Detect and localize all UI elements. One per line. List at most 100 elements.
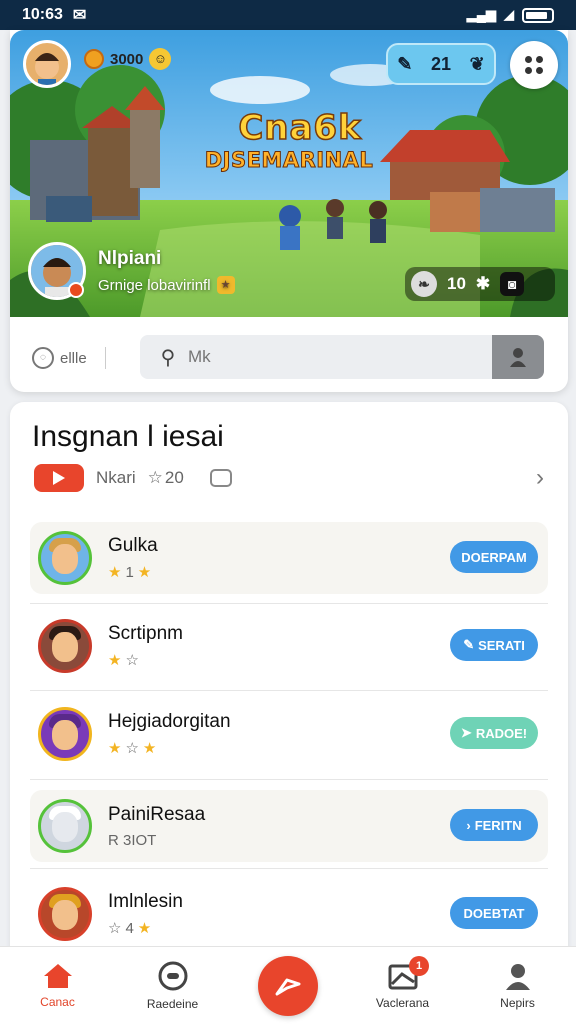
bottom-nav: Canac Raedeine 1 Vaclerana Nepirs <box>0 946 576 1024</box>
filter-control[interactable]: ◌ ellle <box>32 347 87 369</box>
divider <box>30 690 548 691</box>
arrow-right-icon: › <box>466 817 471 833</box>
coin-icon <box>84 49 104 69</box>
game-banner[interactable]: 3000 ☺ ✎ 21 ❦ Cna6k DJSEMARINAL Nlpiani … <box>10 30 568 317</box>
item-rating: R 3IOT <box>108 832 205 849</box>
chat-icon[interactable] <box>209 469 232 487</box>
game-title: Cna6k DJSEMARINAL <box>200 107 400 172</box>
row-action-label: RADOE! <box>475 725 528 741</box>
star-outline-icon: ☆ <box>125 652 139 669</box>
coin-balance[interactable]: 3000 ☺ <box>84 48 172 70</box>
radio-icon <box>158 961 187 990</box>
filter-label: ellle <box>60 349 87 367</box>
item-rating-value: R 3IOT <box>108 831 157 849</box>
star-icon: ★ <box>137 564 152 581</box>
row-action-button[interactable]: DOEBTAT <box>450 897 538 929</box>
status-time: 10:63 <box>22 6 63 23</box>
game-title-line1: Cna6k <box>238 107 362 149</box>
meta-label: Nkari <box>96 468 136 487</box>
list-item[interactable]: Gulka ★ 1 ★ DOERPAM <box>30 522 548 594</box>
item-rating: ☆ 4 ★ <box>108 919 183 938</box>
flag-icon <box>275 978 300 995</box>
game-title-line2: DJSEMARINAL <box>204 148 374 173</box>
avatar <box>38 887 92 941</box>
item-name: Imlnlesin <box>108 891 183 912</box>
divider <box>30 779 548 780</box>
avatar <box>38 531 92 585</box>
item-name: PainiResaa <box>108 803 206 825</box>
nav-messages[interactable]: 1 Vaclerana <box>345 947 460 1024</box>
search-row: ◌ ellle ⚲ <box>10 330 568 386</box>
play-icon[interactable] <box>34 464 84 492</box>
item-rating: ★ 1 ★ <box>108 563 158 582</box>
divider <box>30 868 548 869</box>
search-icon: ⚲ <box>160 346 176 369</box>
star-icon: ★ <box>108 564 122 581</box>
leaf-icon: ❦ <box>469 53 485 74</box>
star-icon: ★ <box>108 740 122 757</box>
row-action-label: FERITN <box>474 817 522 833</box>
row-action-button[interactable]: ➤ RADOE! <box>450 717 538 749</box>
chevron-right-icon[interactable]: › <box>536 464 544 492</box>
gem-icon: ✎ <box>397 53 413 74</box>
user-search-button[interactable] <box>492 335 544 379</box>
list-item[interactable]: Scrtipnm ★ ☆ ✎ SERATI <box>30 610 548 682</box>
trophy-icon: ★ <box>216 276 235 294</box>
divider <box>104 347 106 369</box>
leaf-stat-icon: ❧ <box>411 271 437 297</box>
notification-badge: 1 <box>409 956 429 976</box>
dots-menu-icon <box>525 56 543 74</box>
home-icon <box>43 963 72 988</box>
app-notification-icon: ✉ <box>72 7 87 24</box>
hero-card: 3000 ☺ ✎ 21 ❦ Cna6k DJSEMARINAL Nlpiani … <box>10 30 568 392</box>
nav-radio[interactable]: Raedeine <box>115 947 230 1024</box>
player-subtitle-text: Grnige lobavirinfl <box>98 276 211 294</box>
star-outline-icon: ☆ <box>108 920 122 937</box>
search-box[interactable]: ⚲ <box>140 335 544 379</box>
item-name: Hejgiadorgitan <box>108 711 231 732</box>
menu-button[interactable] <box>510 41 558 89</box>
player-subtitle: Grnige lobavirinfl ★ <box>98 276 235 294</box>
row-action-button[interactable]: ✎ SERATI <box>450 629 538 661</box>
list-item[interactable]: Hejgiadorgitan ★ ☆ ★ ➤ RADOE! <box>30 698 548 770</box>
list-item[interactable]: Imlnlesin ☆ 4 ★ DOEBTAT <box>30 878 548 950</box>
item-name: Gulka <box>108 535 158 556</box>
nav-home-label: Canac <box>40 994 75 1009</box>
player-name: Nlpiani <box>98 248 162 269</box>
battery-icon <box>522 7 554 23</box>
nav-center[interactable] <box>230 947 345 1024</box>
list-title: Insgnan l iesai <box>32 420 224 453</box>
row-action-button[interactable]: › FERITN <box>450 809 538 841</box>
divider <box>30 603 548 604</box>
puzzle-icon[interactable]: ✱ <box>476 274 490 294</box>
camera-icon[interactable]: ◙ <box>500 272 525 296</box>
list-meta: Nkari ☆ 20 › <box>34 464 544 492</box>
list-item[interactable]: PainiResaa R 3IOT › FERITN <box>30 790 548 862</box>
item-name: Scrtipnm <box>108 623 183 644</box>
search-input[interactable] <box>188 347 488 367</box>
filter-icon: ◌ <box>32 347 54 369</box>
gem-balance[interactable]: ✎ 21 ❦ <box>386 43 496 85</box>
star-icon: ★ <box>108 652 122 669</box>
row-action-button[interactable]: DOERPAM <box>450 541 538 573</box>
nav-profile-label: Nepirs <box>500 995 535 1010</box>
arrow-right-icon: ➤ <box>460 725 472 740</box>
star-outline-icon: ☆ <box>147 468 163 487</box>
nav-home[interactable]: Canac <box>0 947 115 1024</box>
profile-avatar[interactable] <box>23 40 71 88</box>
star-icon: ★ <box>142 740 157 757</box>
stat-value: 10 <box>447 274 466 293</box>
center-action-button[interactable] <box>257 955 318 1016</box>
status-bar: 10:63 ✉ ▂▄▆ ◢ <box>0 0 576 30</box>
item-rating: ★ ☆ ★ <box>108 739 231 757</box>
emoji-icon: ☺ <box>149 48 172 70</box>
coin-count: 3000 <box>110 50 144 68</box>
player-status-badge <box>68 282 84 298</box>
avatar <box>38 707 92 761</box>
list-card: Insgnan l iesai Nkari ☆ 20 › Gulka ★ 1 ★… <box>10 402 568 962</box>
item-rating-value: 4 <box>125 919 134 937</box>
star-icon: ★ <box>137 920 152 937</box>
stat-pill[interactable]: ❧ 10 ✱ ◙ <box>405 267 555 301</box>
nav-profile[interactable]: Nepirs <box>460 947 575 1024</box>
nav-radio-label: Raedeine <box>146 996 199 1011</box>
